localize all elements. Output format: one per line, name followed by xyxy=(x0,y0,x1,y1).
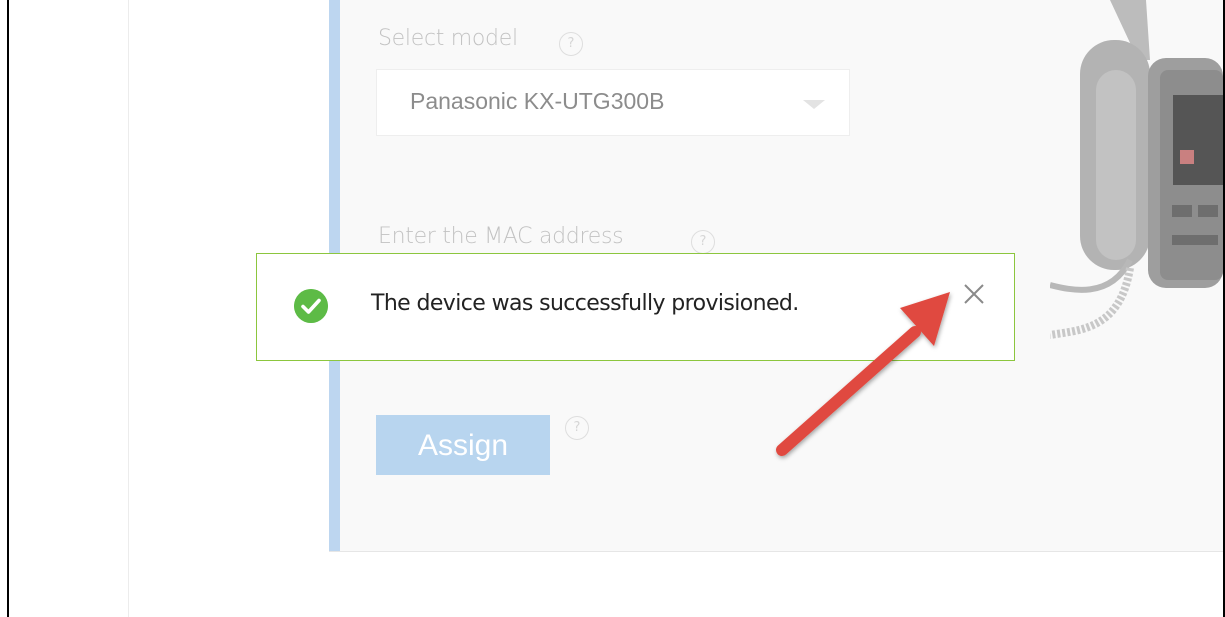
model-select[interactable]: Panasonic KX-UTG300B xyxy=(376,69,850,136)
help-icon[interactable]: ? xyxy=(691,230,715,254)
column-divider xyxy=(128,0,129,617)
help-icon[interactable]: ? xyxy=(565,416,589,440)
select-model-label: Select model xyxy=(378,26,518,51)
check-circle-icon xyxy=(294,289,328,323)
left-border xyxy=(7,0,9,617)
chevron-down-icon xyxy=(803,100,825,109)
assign-button[interactable]: Assign xyxy=(376,415,550,475)
close-icon[interactable] xyxy=(962,282,986,306)
mac-address-label: Enter the MAC address xyxy=(378,224,624,249)
desk-phone-image xyxy=(1050,0,1223,339)
help-icon[interactable]: ? xyxy=(559,32,583,56)
toast-message: The device was successfully provisioned. xyxy=(371,291,799,316)
success-toast: The device was successfully provisioned. xyxy=(256,253,1015,361)
model-select-value: Panasonic KX-UTG300B xyxy=(410,88,665,114)
